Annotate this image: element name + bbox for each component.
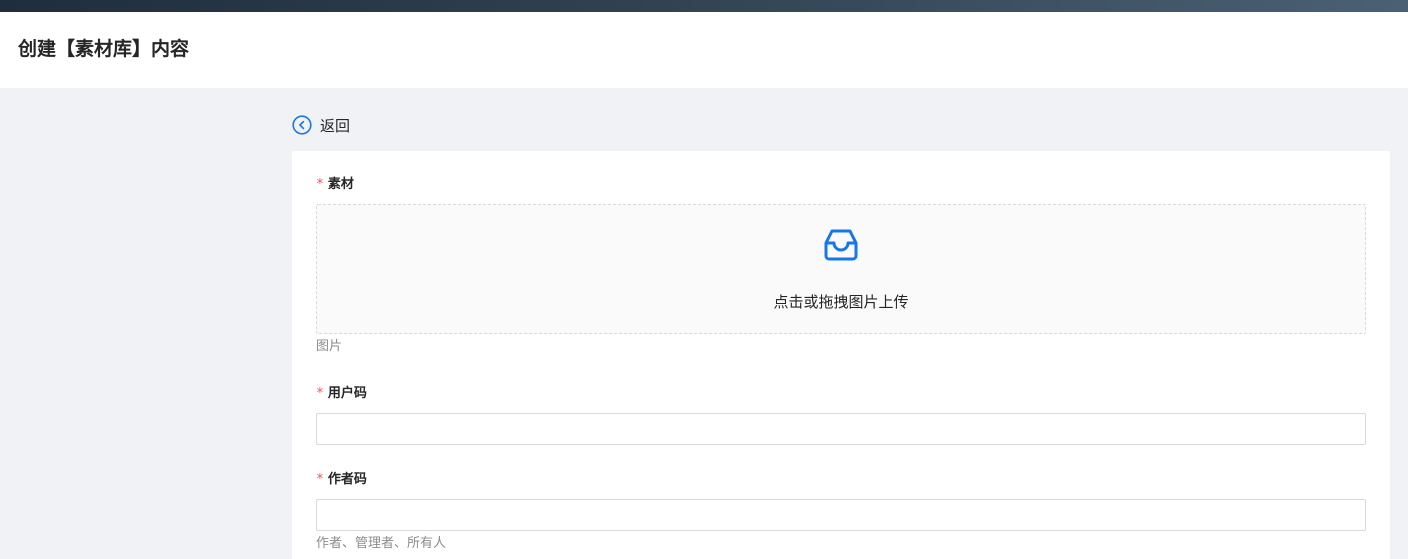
top-banner-strip (0, 0, 1408, 12)
material-label-text: 素材 (327, 177, 354, 192)
back-label: 返回 (320, 116, 351, 135)
author-code-field: * 作者码 作者、管理者、所有人 (316, 470, 1366, 553)
page-content: 返回 * 素材 点击或拖拽图片上传 图片 * 用户码 * 作者码 作者、管理者、… (0, 88, 1408, 559)
page-header: 创建【素材库】内容 (0, 12, 1408, 88)
author-code-label-text: 作者码 (327, 472, 367, 487)
author-code-label: * 作者码 (316, 470, 1366, 490)
required-mark: * (316, 177, 324, 192)
author-code-input[interactable] (316, 499, 1366, 531)
upload-instruction: 点击或拖拽图片上传 (773, 293, 909, 311)
required-mark: * (316, 386, 324, 401)
required-mark: * (316, 472, 324, 487)
user-code-label-text: 用户码 (327, 386, 367, 401)
material-field: * 素材 点击或拖拽图片上传 图片 (316, 175, 1366, 356)
author-code-help: 作者、管理者、所有人 (316, 536, 447, 551)
material-label: * 素材 (316, 175, 1366, 195)
user-code-label: * 用户码 (316, 384, 1366, 404)
back-button[interactable]: 返回 (292, 115, 350, 135)
inbox-icon (821, 225, 861, 265)
circle-chevron-left-icon (292, 115, 312, 135)
page-title: 创建【素材库】内容 (18, 37, 190, 60)
user-code-field: * 用户码 (316, 384, 1366, 445)
user-code-input[interactable] (316, 413, 1366, 445)
image-upload-dropzone[interactable]: 点击或拖拽图片上传 (316, 204, 1366, 334)
material-help: 图片 (316, 339, 343, 354)
form-card: * 素材 点击或拖拽图片上传 图片 * 用户码 * 作者码 作者、管理者、所有人 (292, 151, 1390, 559)
